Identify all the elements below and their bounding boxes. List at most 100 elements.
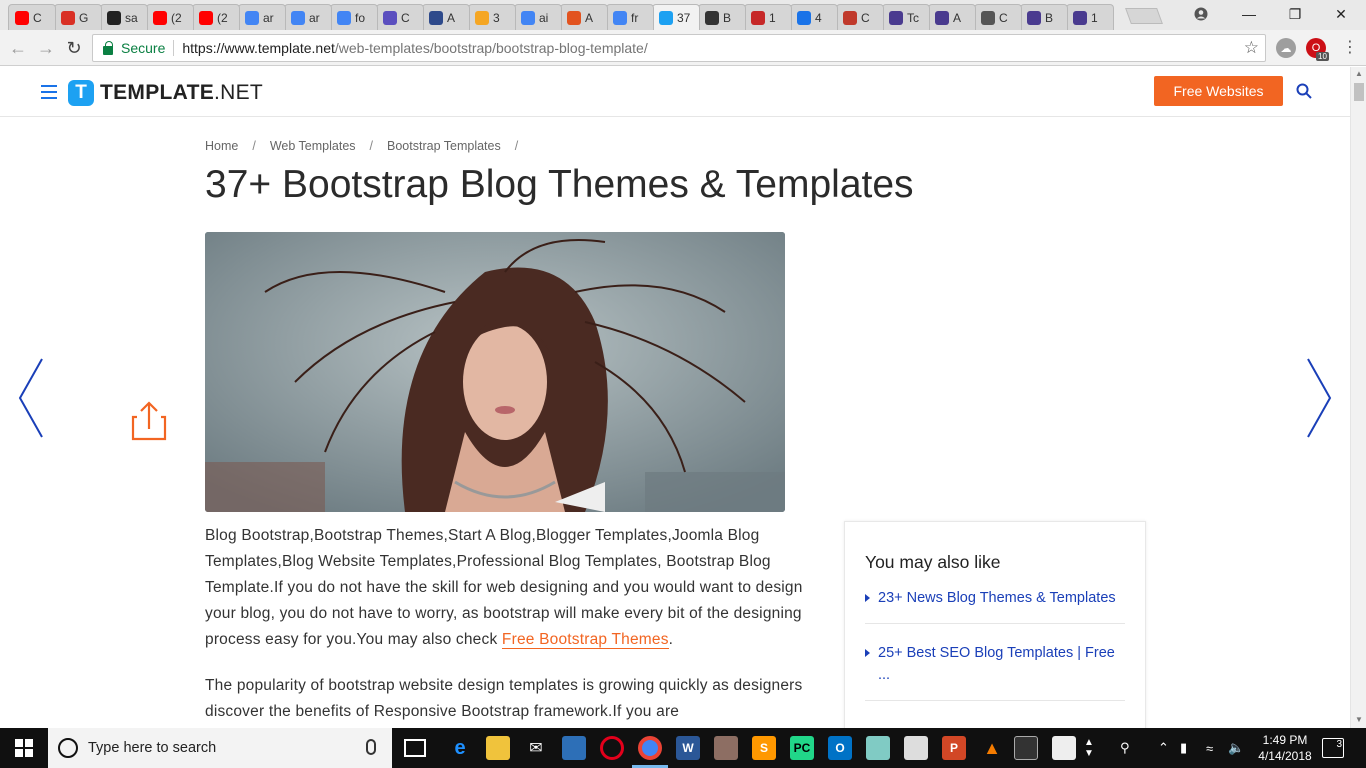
mail-icon[interactable]: ✉: [524, 736, 548, 760]
browser-tab[interactable]: 37 ✕: [652, 4, 700, 30]
tab-label: C: [401, 10, 410, 25]
powerpoint-icon[interactable]: P: [942, 736, 966, 760]
taskbar-scroll-icon[interactable]: ▲ ▼: [1084, 728, 1094, 768]
next-arrow-icon[interactable]: [1304, 357, 1334, 439]
wifi-icon[interactable]: ≈: [1206, 728, 1213, 768]
scroll-up-icon[interactable]: ▲: [1355, 69, 1363, 78]
free-bootstrap-themes-link[interactable]: Free Bootstrap Themes: [501, 631, 669, 649]
s-logo-icon: [429, 10, 443, 25]
tab-label: 3: [493, 10, 500, 25]
volume-icon[interactable]: 🔈: [1228, 728, 1244, 768]
google-icon: [613, 10, 627, 25]
template-logo-icon[interactable]: T: [68, 80, 94, 106]
microphone-icon[interactable]: [366, 739, 376, 755]
chrome-icon[interactable]: [638, 736, 662, 760]
people-icon[interactable]: ⚲: [1120, 728, 1130, 768]
battery-icon[interactable]: ▮: [1180, 728, 1187, 768]
breadcrumb-bootstrap-templates[interactable]: Bootstrap Templates: [387, 139, 501, 153]
browser-tab[interactable]: ar: [284, 4, 332, 30]
browser-tab[interactable]: 3: [468, 4, 516, 30]
browser-tab[interactable]: ai: [514, 4, 562, 30]
windows-taskbar: Type here to search e ✉ W S PC O P ▲ ▲ ▼ …: [0, 728, 1366, 768]
photos-icon[interactable]: [904, 736, 928, 760]
search-icon[interactable]: [1296, 83, 1312, 99]
address-bar[interactable]: Secure https://www.template.net/web-temp…: [92, 34, 1266, 62]
browser-menu-icon[interactable]: ⋮: [1340, 38, 1360, 58]
b-logo-icon: [705, 10, 719, 25]
sublime-icon[interactable]: S: [752, 736, 776, 760]
browser-tab[interactable]: (2: [146, 4, 194, 30]
terminal-icon[interactable]: [1014, 736, 1038, 760]
movie-maker-icon[interactable]: [1052, 736, 1076, 760]
close-window-button[interactable]: ✕: [1326, 4, 1356, 24]
s-red-icon: [843, 10, 857, 25]
previous-arrow-icon[interactable]: [16, 357, 46, 439]
file-explorer-icon[interactable]: [486, 736, 510, 760]
forward-button[interactable]: →: [34, 36, 58, 60]
related-item[interactable]: 23+ News Blog Themes & Templates: [865, 587, 1125, 624]
tray-expand-icon[interactable]: ⌃: [1158, 728, 1169, 768]
logo-rest: .NET: [214, 81, 264, 104]
browser-tab[interactable]: G: [54, 4, 102, 30]
breadcrumb-web-templates[interactable]: Web Templates: [270, 139, 356, 153]
taskbar-search-box[interactable]: Type here to search: [48, 728, 392, 768]
extension-cloud-icon[interactable]: ☁: [1276, 38, 1296, 58]
wordpress-icon: [981, 10, 995, 25]
browser-tab[interactable]: ar: [238, 4, 286, 30]
browser-tab[interactable]: A: [422, 4, 470, 30]
share-icon[interactable]: [131, 401, 167, 441]
tab-label: Tc: [907, 10, 919, 25]
omnibox-divider: [173, 40, 175, 56]
system-clock[interactable]: 1:49 PM 4/14/2018: [1252, 732, 1318, 764]
sharkfin-app-icon[interactable]: [562, 736, 586, 760]
start-button[interactable]: [0, 728, 48, 768]
hamburger-menu-icon[interactable]: [41, 85, 57, 99]
browser-tab[interactable]: 1: [744, 4, 792, 30]
outlook-icon[interactable]: O: [828, 736, 852, 760]
browser-toolbar: ← → ↻ Secure https://www.template.net/we…: [0, 30, 1366, 66]
paint-icon[interactable]: [714, 736, 738, 760]
vlc-icon[interactable]: ▲: [980, 736, 1004, 760]
browser-tab[interactable]: C: [974, 4, 1022, 30]
browser-tab[interactable]: B: [1020, 4, 1068, 30]
browser-tab[interactable]: (2: [192, 4, 240, 30]
browser-tab[interactable]: fr: [606, 4, 654, 30]
scroll-down-icon[interactable]: ▼: [1355, 715, 1363, 724]
browser-tab[interactable]: fo: [330, 4, 378, 30]
scroll-thumb[interactable]: [1354, 83, 1364, 101]
browser-tab[interactable]: A: [928, 4, 976, 30]
browser-tab[interactable]: 1: [1066, 4, 1114, 30]
reload-button[interactable]: ↻: [62, 36, 86, 60]
page-scrollbar[interactable]: ▲ ▼: [1350, 67, 1366, 728]
browser-tab[interactable]: 4: [790, 4, 838, 30]
tab-label: C: [861, 10, 870, 25]
back-button[interactable]: ←: [6, 36, 30, 60]
browser-tab[interactable]: sa: [100, 4, 148, 30]
related-item[interactable]: 25+ Best SEO Blog Templates | Free ...: [865, 642, 1125, 701]
free-websites-button[interactable]: Free Websites: [1154, 76, 1283, 106]
browser-tab[interactable]: Tc: [882, 4, 930, 30]
sidebar-title: You may also like: [865, 552, 1001, 572]
word-icon[interactable]: W: [676, 736, 700, 760]
browser-tab[interactable]: C: [836, 4, 884, 30]
browser-tab[interactable]: A: [560, 4, 608, 30]
opera-icon[interactable]: [600, 736, 624, 760]
bookmark-star-icon[interactable]: ☆: [1244, 38, 1259, 58]
minimize-button[interactable]: —: [1234, 4, 1264, 24]
edge-icon[interactable]: e: [448, 736, 472, 760]
task-view-icon[interactable]: [404, 739, 426, 757]
browser-tab[interactable]: C: [376, 4, 424, 30]
breadcrumb-home[interactable]: Home: [205, 139, 238, 153]
pycharm-icon[interactable]: PC: [790, 736, 814, 760]
action-center-icon[interactable]: 3: [1322, 738, 1344, 758]
youtube-icon: [199, 10, 213, 25]
browser-tab[interactable]: B: [698, 4, 746, 30]
browser-tab[interactable]: C: [8, 4, 56, 30]
profile-icon[interactable]: [1186, 4, 1216, 24]
restore-button[interactable]: ❐: [1280, 4, 1310, 24]
notes-app-icon[interactable]: [866, 736, 890, 760]
site-logo[interactable]: TEMPLATE.NET: [100, 81, 263, 105]
template-icon: [659, 10, 673, 25]
new-tab-button[interactable]: [1125, 8, 1163, 24]
tab-close-icon[interactable]: ✕: [698, 11, 699, 25]
